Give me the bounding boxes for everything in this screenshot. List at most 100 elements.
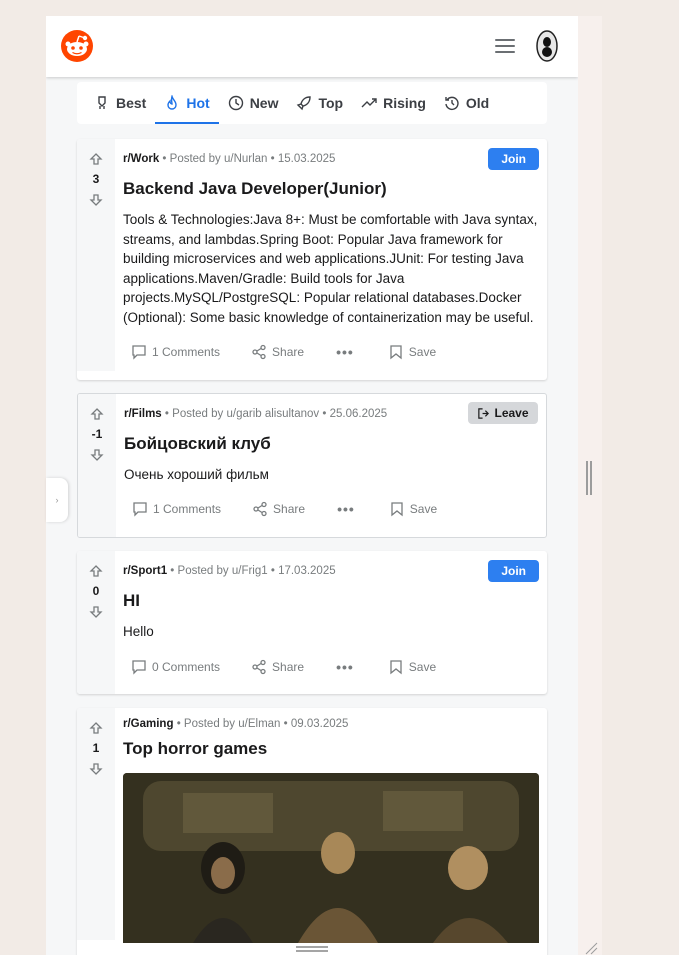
sort-tabs: Best Hot New Top Rising Old — [77, 82, 547, 124]
comments-label: 1 Comments — [152, 345, 221, 359]
rocket-icon — [98, 96, 106, 109]
share-label: Share — [273, 502, 306, 516]
posted-by: • Posted by u/Nurlan • 15.03.2025 — [162, 153, 336, 165]
history-icon — [445, 96, 459, 110]
save-button[interactable]: Save — [389, 501, 437, 517]
leave-icon — [478, 407, 490, 419]
more-options-icon[interactable]: ••• — [336, 344, 354, 360]
post-card[interactable]: 1 r/Gaming • Posted by u/Elman • 09.03.2… — [77, 708, 547, 955]
join-button[interactable]: Join — [488, 560, 539, 582]
subreddit-link[interactable]: r/Work — [123, 153, 159, 165]
posted-by: • Posted by u/Elman • 09.03.2025 — [176, 718, 349, 730]
post-body: Hello — [123, 624, 154, 639]
share-label: Share — [272, 660, 305, 674]
tab-top[interactable]: Top — [287, 82, 352, 124]
upvote-arrow-icon[interactable] — [89, 721, 103, 735]
share-icon — [252, 659, 266, 675]
save-button[interactable]: Save — [388, 659, 436, 675]
comments-button[interactable]: 0 Comments — [131, 659, 220, 675]
tab-best-label: Best — [116, 95, 147, 111]
tab-old-label: Old — [465, 95, 490, 111]
upvote-arrow-icon[interactable] — [89, 152, 103, 166]
post-meta: r/Gaming • Posted by u/Elman • 09.03.202… — [123, 717, 539, 731]
app-frame: Best Hot New Top Rising Old 3 r/Work • P… — [46, 16, 602, 955]
hamburger-menu-icon[interactable] — [495, 36, 515, 56]
comment-icon — [132, 660, 146, 675]
tab-hot[interactable]: Hot — [155, 82, 220, 124]
tab-new-label: New — [249, 95, 279, 111]
comments-label: 1 Comments — [153, 502, 222, 516]
vertical-resize-handle[interactable] — [586, 461, 592, 495]
tab-rising[interactable]: Rising — [352, 82, 435, 124]
post-image[interactable] — [123, 773, 539, 943]
comments-button[interactable]: 1 Comments — [132, 501, 221, 517]
upvote-arrow-icon[interactable] — [89, 564, 103, 578]
save-button[interactable]: Save — [388, 344, 436, 360]
subreddit-link[interactable]: r/Sport1 — [123, 565, 167, 577]
post-card[interactable]: 3 r/Work • Posted by u/Nurlan • 15.03.20… — [77, 139, 547, 380]
upvote-arrow-icon[interactable] — [90, 407, 104, 421]
flame-icon — [167, 95, 178, 110]
downvote-arrow-icon[interactable] — [89, 762, 103, 776]
save-label: Save — [408, 660, 437, 674]
post-title[interactable]: Top horror games — [123, 739, 539, 759]
vote-score: -1 — [91, 427, 103, 441]
post-card[interactable]: 0 r/Sport1 • Posted by u/Frig1 • 17.03.2… — [77, 551, 547, 694]
share-icon — [252, 344, 266, 360]
share-button[interactable]: Share — [252, 501, 305, 517]
tab-rising-label: Rising — [383, 95, 426, 111]
post-meta: r/Sport1 • Posted by u/Frig1 • 17.03.202… — [123, 564, 539, 578]
bottom-resize-handle[interactable] — [296, 946, 328, 954]
leave-button[interactable]: Leave — [468, 402, 538, 424]
join-button[interactable]: Join — [488, 148, 539, 170]
subreddit-link[interactable]: r/Gaming — [123, 718, 173, 730]
share-label: Share — [272, 345, 305, 359]
posted-by: • Posted by u/garib alisultanov • 25.06.… — [164, 408, 388, 420]
leave-label: Leave — [494, 406, 529, 420]
more-options-icon[interactable]: ••• — [337, 501, 355, 517]
tab-hot-label: Hot — [186, 95, 210, 111]
downvote-arrow-icon[interactable] — [89, 605, 103, 619]
tab-new[interactable]: New — [219, 82, 288, 124]
more-options-icon[interactable]: ••• — [336, 659, 354, 675]
downvote-arrow-icon[interactable] — [90, 448, 104, 462]
top-header — [46, 16, 578, 77]
post-title[interactable]: HI — [123, 591, 539, 611]
trending-up-icon — [361, 98, 377, 108]
post-card[interactable]: -1 r/Films • Posted by u/garib alisultan… — [77, 393, 547, 538]
user-avatar-icon[interactable] — [536, 30, 558, 62]
subreddit-link[interactable]: r/Films — [124, 408, 162, 420]
vote-score: 3 — [92, 172, 100, 186]
chevron-right-icon: › — [55, 495, 59, 505]
bookmark-icon — [391, 502, 403, 517]
corner-resize-icon[interactable] — [584, 941, 598, 955]
save-label: Save — [408, 345, 437, 359]
tab-old[interactable]: Old — [435, 82, 498, 124]
post-meta: r/Work • Posted by u/Nurlan • 15.03.2025 — [123, 152, 539, 166]
downvote-arrow-icon[interactable] — [89, 193, 103, 207]
post-body: Tools & Technologies:Java 8+: Must be co… — [123, 212, 538, 325]
comment-icon — [133, 502, 147, 517]
post-title[interactable]: Backend Java Developer(Junior) — [123, 179, 539, 199]
clock-icon — [228, 95, 243, 111]
post-actions: 0 Comments Share ••• Save — [131, 659, 436, 675]
post-title[interactable]: Бойцовский клуб — [124, 434, 538, 454]
vote-score: 1 — [92, 741, 100, 755]
vote-column: 0 — [77, 551, 115, 694]
vote-score: 0 — [92, 584, 100, 598]
share-button[interactable]: Share — [251, 659, 304, 675]
comments-label: 0 Comments — [152, 660, 221, 674]
sidebar-toggle[interactable]: › — [46, 478, 68, 522]
posted-by: • Posted by u/Frig1 • 17.03.2025 — [170, 565, 336, 577]
reddit-logo-icon[interactable] — [61, 30, 93, 62]
tab-top-label: Top — [318, 95, 344, 111]
vote-column: 1 — [77, 708, 115, 940]
comments-button[interactable]: 1 Comments — [131, 344, 220, 360]
tab-best[interactable]: Best — [85, 82, 155, 124]
post-body: Очень хороший фильм — [124, 467, 269, 482]
bookmark-icon — [390, 660, 402, 675]
share-button[interactable]: Share — [251, 344, 304, 360]
vote-column: -1 — [78, 394, 116, 537]
vote-column: 3 — [77, 139, 115, 371]
share-icon — [253, 501, 267, 517]
